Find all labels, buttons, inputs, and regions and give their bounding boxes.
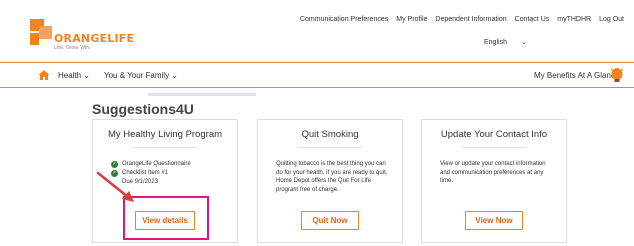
nav-my-benefits-at-a-glance[interactable]: My Benefits At A Glance: [534, 71, 619, 80]
topnav-contact-us[interactable]: Contact Us: [515, 16, 550, 23]
logo-text: ORANGELIFE: [54, 32, 135, 45]
topnav-communication-preferences[interactable]: Communication Preferences: [300, 16, 388, 23]
view-now-button[interactable]: View Now: [465, 211, 523, 230]
card-body: View or update your contact information …: [440, 161, 546, 185]
card-divider: [462, 147, 526, 148]
check-circle-icon: ✓: [111, 161, 118, 168]
annotation-arrow-icon: [96, 171, 134, 202]
card-quit-smoking: Quit Smoking Quitting tobacco is the bes…: [257, 119, 403, 243]
card-body: Quitting tobacco is the best thing you c…: [276, 161, 388, 193]
card-divider: [133, 147, 197, 148]
topnav-mythdhr[interactable]: myTHDHR: [557, 16, 591, 23]
top-navigation: Communication Preferences My Profile Dep…: [300, 16, 624, 23]
section-divider: [148, 93, 256, 96]
orangelife-logo[interactable]: ORANGELIFE Live. Grow. Win.: [30, 19, 134, 51]
card-update-contact-info: Update Your Contact Info View or update …: [421, 119, 567, 243]
site-header: ORANGELIFE Live. Grow. Win. Communicatio…: [0, 0, 634, 62]
nav-health[interactable]: Health ⌄: [58, 71, 90, 80]
quit-now-button[interactable]: Quit Now: [301, 211, 359, 230]
topnav-my-profile[interactable]: My Profile: [396, 16, 427, 23]
card-divider: [298, 147, 362, 148]
topnav-log-out[interactable]: Log Out: [599, 16, 624, 23]
home-icon[interactable]: [38, 69, 50, 81]
chevron-down-icon: ⌄: [520, 39, 527, 46]
logo-tagline: Live. Grow. Win.: [54, 45, 91, 51]
card-title: My Healthy Living Program: [107, 129, 223, 140]
card-title: Quit Smoking: [301, 129, 359, 140]
lightbulb-icon[interactable]: [610, 67, 624, 84]
topnav-dependent-information[interactable]: Dependent Information: [435, 16, 506, 23]
checklist-item: ✓ OrangeLife Questionnaire: [111, 160, 223, 169]
logo-mark-icon: [30, 19, 52, 45]
section-title: Suggestions4U: [92, 101, 194, 117]
nav-you-and-your-family[interactable]: You & Your Family ⌄: [104, 71, 178, 80]
card-title: Update Your Contact Info: [440, 129, 548, 140]
language-value: English: [484, 38, 507, 46]
checklist-item-label: OrangeLife Questionnaire: [122, 161, 191, 168]
main-navigation: Health ⌄ You & Your Family ⌄ My Benefits…: [0, 62, 634, 88]
language-select[interactable]: English ⌄: [484, 33, 544, 51]
